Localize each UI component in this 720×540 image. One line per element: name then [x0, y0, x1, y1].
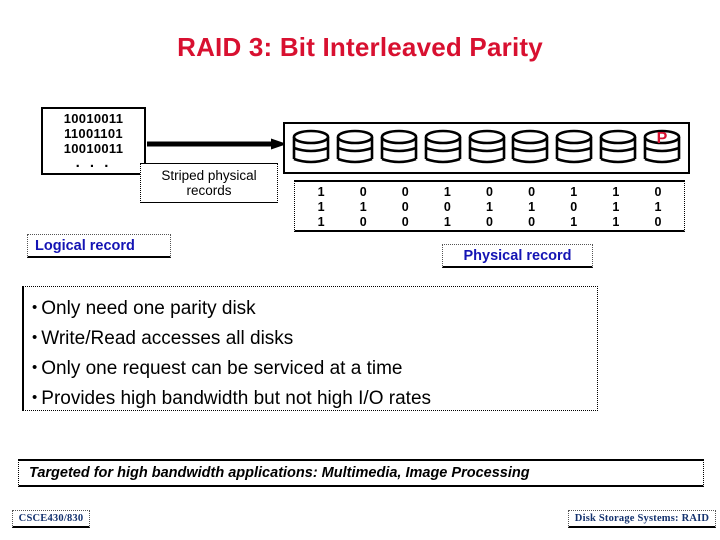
footer-course-label: CSCE430/830	[18, 513, 84, 524]
bit-cell: 1	[317, 215, 325, 229]
striped-records-label-box: Striped physical records	[140, 163, 278, 203]
striping-arrow	[147, 137, 287, 150]
disk-icon	[379, 129, 419, 167]
bit-cell: 0	[570, 200, 578, 214]
physical-bit-matrix-box: 1 0 0 1 0 0 1 1 0 1 1 0 0 1 1 0 1 1 1 0 …	[294, 180, 685, 232]
bit-cell: 1	[570, 185, 578, 199]
disk-icon	[335, 129, 375, 167]
list-item: • Write/Read accesses all disks	[32, 323, 593, 353]
bit-cell: 0	[654, 185, 662, 199]
disk-icon	[510, 129, 550, 167]
disk-array-container: P	[283, 122, 690, 174]
bit-cell: 0	[486, 185, 493, 199]
bit-cell: 1	[570, 215, 578, 229]
list-item-label: Write/Read accesses all disks	[41, 328, 294, 349]
parity-disk-icon: P	[642, 129, 682, 167]
list-item-label: Only one request can be serviced at a ti…	[41, 358, 403, 379]
list-item: • Only one request can be serviced at a t…	[32, 353, 593, 383]
disk-icon	[291, 129, 331, 167]
logical-bit-row: 10010011	[63, 111, 124, 126]
footer-topic-label: Disk Storage Systems: RAID	[574, 513, 710, 524]
physical-record-caption-box: Physical record	[442, 244, 593, 268]
bullet-marker-icon: •	[32, 329, 38, 346]
bit-cell: 1	[612, 215, 620, 229]
page-title: RAID 3: Bit Interleaved Parity	[177, 32, 543, 62]
bit-cell: 1	[317, 200, 325, 214]
list-item: • Provides high bandwidth but not high I/…	[32, 383, 593, 413]
table-row: 1 1 0 0 1 1 0 1 1	[300, 200, 679, 215]
bit-cell: 1	[486, 200, 493, 214]
bit-cell: 0	[401, 185, 409, 199]
bit-cell: 1	[528, 200, 536, 214]
bullet-marker-icon: •	[32, 359, 38, 376]
list-item: • Only need one parity disk	[32, 293, 593, 323]
logical-record-bits-box: 10010011 11001101 10010011 . . .	[41, 107, 146, 175]
bit-cell: 0	[359, 185, 367, 199]
physical-bit-matrix: 1 0 0 1 0 0 1 1 0 1 1 0 0 1 1 0 1 1 1 0 …	[300, 185, 679, 230]
bit-cell: 0	[486, 215, 493, 229]
footer-topic-box: Disk Storage Systems: RAID	[568, 510, 716, 528]
bit-cell: 1	[317, 185, 325, 199]
logical-bit-ellipsis: . . .	[75, 154, 112, 171]
disk-icon	[467, 129, 507, 167]
bullet-marker-icon: •	[32, 389, 38, 406]
logical-bit-row: 11001101	[64, 126, 123, 141]
bit-cell: 1	[443, 215, 451, 229]
bit-cell: 1	[612, 200, 620, 214]
targeted-banner-box: Targeted for high bandwidth applications…	[18, 459, 704, 487]
parity-disk-label: P	[656, 130, 668, 147]
table-row: 1 0 0 1 0 0 1 1 0	[300, 215, 679, 230]
bullet-list-box: • Only need one parity disk • Write/Read a…	[22, 286, 598, 411]
list-item-label: Only need one parity disk	[41, 298, 256, 319]
bit-cell: 0	[359, 215, 367, 229]
bit-cell: 0	[528, 185, 536, 199]
logical-record-caption: Logical record	[35, 237, 135, 254]
bit-cell: 1	[359, 200, 367, 214]
bit-cell: 1	[654, 200, 662, 214]
disk-icon	[554, 129, 594, 167]
list-item-label: Provides high bandwidth but not high I/O…	[41, 388, 432, 409]
logical-record-caption-box: Logical record	[27, 234, 171, 258]
bullet-marker-icon: •	[32, 299, 38, 316]
physical-record-caption: Physical record	[463, 247, 572, 264]
bit-cell: 0	[654, 215, 662, 229]
bit-cell: 0	[401, 200, 409, 214]
bit-cell: 1	[443, 185, 451, 199]
striped-records-label: Striped physical records	[161, 168, 257, 198]
bit-cell: 1	[612, 185, 620, 199]
footer-course-box: CSCE430/830	[12, 510, 90, 528]
bit-cell: 0	[528, 215, 536, 229]
table-row: 1 0 0 1 0 0 1 1 0	[300, 185, 679, 200]
bit-cell: 0	[401, 215, 409, 229]
bit-cell: 0	[443, 200, 451, 214]
disk-icon	[598, 129, 638, 167]
disk-icon	[423, 129, 463, 167]
targeted-banner-text: Targeted for high bandwidth applications…	[29, 465, 530, 481]
